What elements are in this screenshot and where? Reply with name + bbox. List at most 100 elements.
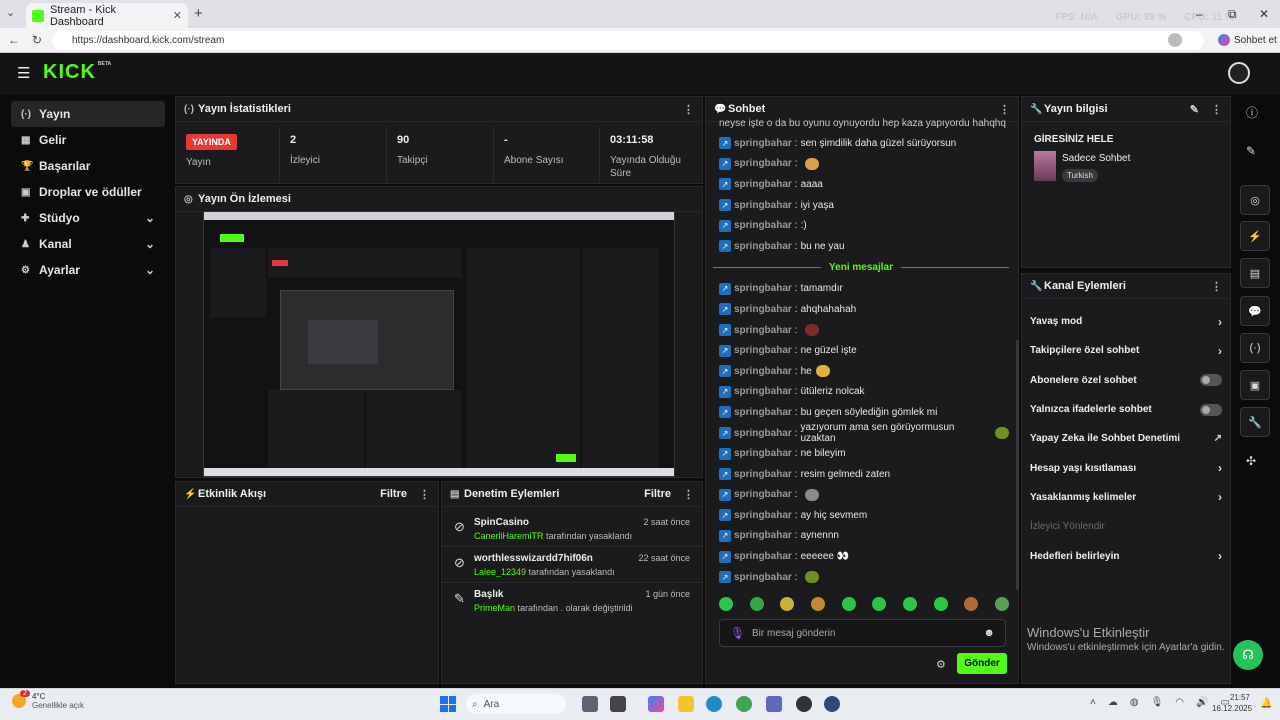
toggle-switch[interactable] [1200,374,1222,387]
chat-toggle-icon[interactable]: 💬 [1240,296,1270,326]
reload-icon[interactable]: ↻ [32,33,42,47]
chat-username[interactable]: springbahar [734,407,792,418]
chat-username[interactable]: springbahar [734,138,792,149]
emote-picker-icon[interactable] [872,597,887,611]
channel-action-item[interactable]: Yalnızca ifadelerle sohbet [1022,395,1230,424]
channel-action-item[interactable]: Abonelere özel sohbet [1022,366,1230,395]
chat-username[interactable]: springbahar [734,530,792,541]
chat-message[interactable]: ↗ springbahar: resim gelmedi zaten [705,464,1009,485]
layout-icon[interactable]: ✣ [1246,454,1256,468]
microphone-tray-icon[interactable]: 🎙 [1151,697,1164,708]
sidebar-item-studyo[interactable]: ✚ Stüdyo ⌄ [11,205,165,231]
copilot-button[interactable]: Sohbet et [1218,34,1277,46]
moderation-toggle-icon[interactable]: ▤ [1240,258,1270,288]
channel-action-item[interactable]: Yasaklanmış kelimeler › [1022,483,1230,512]
stats-toggle-icon[interactable]: ▣ [1240,370,1270,400]
chat-message[interactable]: ↗ springbahar: ay hiç sevmem [705,505,1009,526]
chat-message[interactable]: ↗ springbahar: [705,567,1009,588]
tab-list-icon[interactable]: ⌄ [6,6,15,19]
chat-username[interactable]: springbahar [734,386,792,397]
category-name[interactable]: Sadece Sohbet [1062,153,1130,164]
broadcast-toggle-icon[interactable]: (·) [1240,333,1270,363]
emote-picker-icon[interactable] [902,597,917,611]
channel-action-item[interactable]: Hesap yaşı kısıtlaması › [1022,453,1230,482]
chat-username[interactable]: springbahar [734,220,792,231]
moderator-link[interactable]: PrimeMan [474,603,515,613]
chat-message[interactable]: ↗ springbahar: ne güzel işte [705,340,1009,361]
sidebar-item-droplar[interactable]: ▣ Droplar ve ödüller [11,179,165,205]
chat-username[interactable]: springbahar [734,428,792,439]
chat-username[interactable]: springbahar [734,179,792,190]
sidebar-item-gelir[interactable]: ▦ Gelir [11,127,165,153]
chat-message[interactable]: ↗ springbahar: yazıyorum ama sen görüyormu… [705,422,1009,444]
cloud-icon[interactable]: ☁ [1108,697,1118,708]
sidebar-item-yayin[interactable]: (·) Yayın [11,101,165,127]
chat-message[interactable]: ↗ springbahar: ne bileyim [705,443,1009,464]
edge-icon[interactable] [706,696,722,712]
app-icon-green[interactable] [736,696,752,712]
taskview-icon[interactable] [582,696,598,712]
emote-picker-icon[interactable] [719,597,733,611]
chat-username[interactable]: springbahar [734,551,792,562]
chat-message[interactable]: ↗ springbahar: ahqhahahah [705,299,1009,320]
chat-message[interactable]: ↗ springbahar: [705,485,1009,506]
emote-picker-icon[interactable] [780,597,795,611]
more-options-icon[interactable]: ⋮ [1211,103,1222,116]
microphone-icon[interactable]: 🎙 [730,626,752,640]
chat-username[interactable]: springbahar [734,510,792,521]
sidebar-item-kanal[interactable]: ♟ Kanal ⌄ [11,231,165,257]
chat-message[interactable]: ↗ springbahar: aynennn [705,526,1009,547]
info-icon[interactable]: ⓘ [1246,104,1258,121]
file-explorer-icon[interactable] [678,696,694,712]
more-options-icon[interactable]: ⋮ [1211,280,1222,293]
edit-icon[interactable]: ✎ [1190,103,1199,116]
toggle-switch[interactable] [1200,403,1222,416]
chat-username[interactable]: springbahar [734,572,792,583]
chat-username[interactable]: springbahar [734,366,792,377]
chat-username[interactable]: springbahar [734,304,792,315]
more-options-icon[interactable]: ⋮ [999,103,1010,116]
send-button[interactable]: Gönder [957,653,1007,674]
chat-message[interactable]: ↗ springbahar: aaaa [705,174,1009,195]
chat-message[interactable]: ↗ springbahar: iyi yaşa [705,195,1009,216]
window-minimize-button[interactable]: – [1196,7,1203,21]
moderation-filter[interactable]: Filtre [644,488,671,500]
chat-message[interactable]: ↗ springbahar::) [705,215,1009,236]
url-field[interactable]: https://dashboard.kick.com/stream [52,31,1204,50]
window-close-button[interactable]: ✕ [1259,7,1269,21]
edit-icon[interactable]: ✎ [1246,144,1256,158]
volume-icon[interactable]: 🔊 [1196,697,1208,708]
more-options-icon[interactable]: ⋮ [683,103,694,116]
channel-action-item[interactable]: Yavaş mod › [1022,307,1230,336]
chat-settings-icon[interactable]: ⚙ [936,658,946,671]
support-button[interactable]: ☊ [1233,640,1263,670]
chat-input[interactable]: 🎙 Bir mesaj gönderin ☻ [719,619,1006,647]
channel-action-item[interactable]: Hedefleri belirleyin › [1022,541,1230,570]
back-icon[interactable]: ← [8,33,20,47]
moderation-row[interactable]: ⊘ SpinCasino CanerliHaremiTR tarafından … [442,511,702,547]
emote-picker-icon[interactable] [964,597,979,611]
widgets-icon[interactable] [610,696,626,712]
emote-picker-icon[interactable] [749,597,764,611]
moderator-link[interactable]: Lalee_12349 [474,567,526,577]
chat-message[interactable]: ↗ springbahar: [705,154,1009,175]
clock[interactable]: 21:57 16.12.2025 [1212,693,1252,713]
emote-picker-icon[interactable] [994,597,1009,611]
chat-username[interactable]: springbahar [734,241,792,252]
sidebar-item-ayarlar[interactable]: ⚙ Ayarlar ⌄ [11,257,165,283]
chat-username[interactable]: springbahar [734,158,792,169]
weather-widget[interactable]: 2 4°C Genellikle açık [12,690,84,710]
profile-avatar[interactable] [1168,33,1182,47]
kick-logo[interactable]: KICK BETA [43,61,111,84]
chat-username[interactable]: springbahar [734,283,792,294]
emote-picker-icon[interactable] [841,597,856,611]
wifi-icon[interactable]: ◠ [1175,697,1184,708]
emote-picker-icon[interactable] [933,597,948,611]
chat-message[interactable]: ↗ springbahar: bu geçen söylediğin gömlek … [705,402,1009,423]
chat-message[interactable]: ↗ springbahar: he [705,361,1009,382]
chat-username[interactable]: springbahar [734,325,792,336]
browser-tab[interactable]: Stream - Kick Dashboard ✕ [26,3,188,28]
preview-toggle-icon[interactable]: ◎ [1240,185,1270,215]
stream-preview-video[interactable] [203,211,675,477]
chat-message[interactable]: ↗ springbahar: tamamdır [705,279,1009,300]
